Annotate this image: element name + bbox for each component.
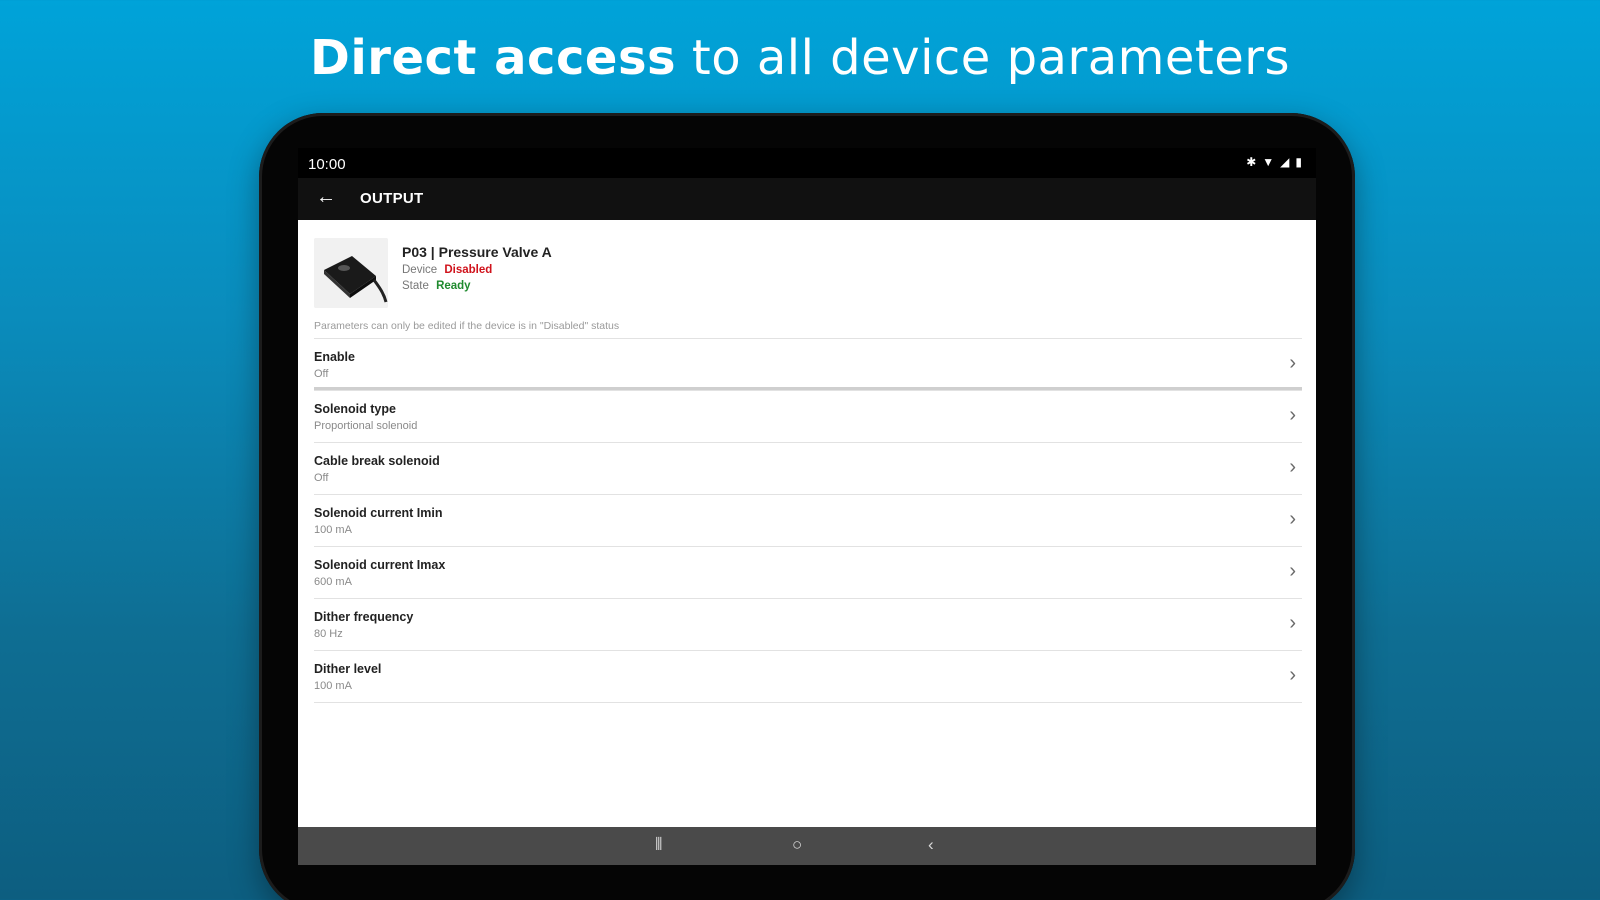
param-label: Solenoid current Imax	[314, 558, 446, 572]
status-bar: 10:00 ✱ ▼ ◢ ▮	[298, 148, 1316, 178]
device-label: Device	[402, 264, 438, 276]
param-label: Dither frequency	[314, 610, 414, 624]
headline-bold: Direct access	[309, 30, 677, 86]
state-value: Ready	[436, 280, 471, 292]
list-item-solenoid-type[interactable]: Solenoid type Proportional solenoid ›	[314, 390, 1302, 442]
wifi-icon: ▼	[1262, 155, 1275, 169]
list-item-dither-frequency[interactable]: Dither frequency 80 Hz ›	[314, 598, 1302, 650]
list-item-current-imax[interactable]: Solenoid current Imax 600 mA ›	[314, 546, 1302, 598]
device-info: P03 | Pressure Valve A Device Disabled S…	[402, 244, 552, 292]
chevron-right-icon: ›	[1289, 612, 1296, 634]
content-area: P03 | Pressure Valve A Device Disabled S…	[298, 220, 1316, 827]
nav-back-icon[interactable]: ‹	[928, 835, 934, 855]
param-value: Proportional solenoid	[314, 420, 418, 432]
device-image	[314, 238, 388, 308]
device-card: P03 | Pressure Valve A Device Disabled S…	[314, 238, 1294, 314]
list-item-cable-break[interactable]: Cable break solenoid Off ›	[314, 442, 1302, 494]
list-item-current-imin[interactable]: Solenoid current Imin 100 mA ›	[314, 494, 1302, 546]
device-status-line: Device Disabled	[402, 264, 552, 276]
headline: Direct access to all device parameters	[0, 30, 1600, 86]
param-label: Cable break solenoid	[314, 454, 440, 468]
param-value: 100 mA	[314, 524, 352, 536]
list-item-dither-level[interactable]: Dither level 100 mA ›	[314, 650, 1302, 702]
param-label: Dither level	[314, 662, 382, 676]
parameter-list: Enable Off › Solenoid type Proportional …	[314, 338, 1302, 703]
system-nav-bar: ⦀ ○ ‹	[298, 827, 1316, 865]
edit-note: Parameters can only be edited if the dev…	[314, 320, 620, 332]
home-icon[interactable]: ○	[792, 835, 802, 855]
signal-icon: ◢	[1280, 155, 1290, 169]
battery-icon: ▮	[1295, 155, 1302, 169]
chevron-right-icon: ›	[1289, 560, 1296, 582]
param-value: 600 mA	[314, 576, 352, 588]
state-label: State	[402, 280, 429, 292]
param-value: Off	[314, 368, 329, 380]
chevron-right-icon: ›	[1289, 404, 1296, 426]
status-icons: ✱ ▼ ◢ ▮	[1246, 155, 1302, 169]
bluetooth-icon: ✱	[1246, 155, 1257, 169]
recents-icon[interactable]: ⦀	[655, 835, 662, 855]
chevron-right-icon: ›	[1289, 456, 1296, 478]
param-value: Off	[314, 472, 329, 484]
param-label: Enable	[314, 350, 355, 364]
tablet-screen: 10:00 ✱ ▼ ◢ ▮ ← OUTPUT P03 | Pressure Va…	[298, 148, 1316, 865]
param-label: Solenoid current Imin	[314, 506, 443, 520]
list-divider	[314, 702, 1302, 703]
param-value: 100 mA	[314, 680, 352, 692]
headline-rest: to all device parameters	[691, 30, 1290, 86]
status-time: 10:00	[308, 156, 346, 173]
app-bar: ← OUTPUT	[298, 178, 1316, 220]
list-item-enable[interactable]: Enable Off ›	[314, 338, 1302, 390]
arrow-left-icon[interactable]: ←	[316, 186, 336, 209]
app-bar-title: OUTPUT	[360, 190, 424, 207]
state-line: State Ready	[402, 280, 552, 292]
chevron-right-icon: ›	[1289, 352, 1296, 374]
chevron-right-icon: ›	[1289, 508, 1296, 530]
param-label: Solenoid type	[314, 402, 396, 416]
param-value: 80 Hz	[314, 628, 343, 640]
device-name: P03 | Pressure Valve A	[402, 244, 552, 260]
device-status-value: Disabled	[444, 264, 493, 276]
chevron-right-icon: ›	[1289, 664, 1296, 686]
